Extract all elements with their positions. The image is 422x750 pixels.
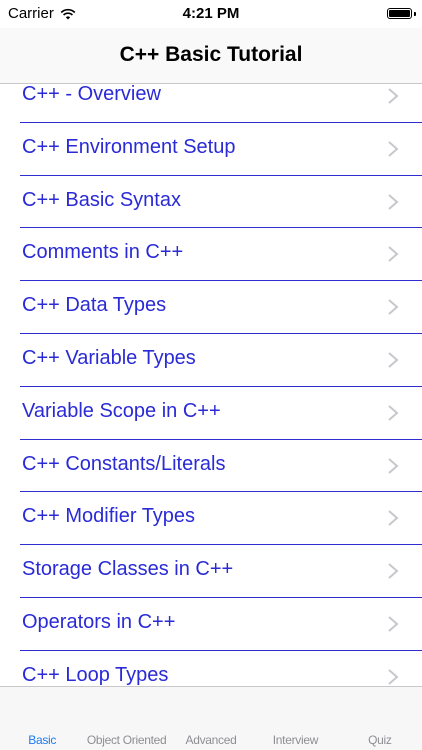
tab-label: Quiz: [368, 733, 392, 747]
list-item[interactable]: C++ Modifier Types: [0, 492, 422, 545]
battery-level: [389, 10, 410, 17]
list-item-label: C++ Modifier Types: [22, 505, 196, 528]
app-screen: Carrier 4:21 PM C++ Basic Tutorial C++ -…: [0, 0, 422, 750]
list-item-label: C++ Environment Setup: [22, 135, 236, 158]
chevron-right-icon: [388, 510, 399, 527]
tab-label: Advanced: [185, 733, 237, 747]
list-item-label: Operators in C++: [22, 610, 176, 633]
list-item-label: C++ - Overview: [22, 84, 161, 105]
chevron-right-icon: [388, 669, 399, 685]
chevron-right-icon: [388, 141, 399, 157]
status-bar: Carrier 4:21 PM: [0, 0, 422, 28]
list-item[interactable]: C++ Loop Types: [0, 651, 422, 686]
list-item-label: C++ Constants/Literals: [22, 452, 226, 475]
list-item-label: C++ Loop Types: [22, 663, 169, 686]
list-item[interactable]: Operators in C++: [0, 598, 422, 651]
list-item[interactable]: C++ Basic Syntax: [0, 176, 422, 229]
list-item[interactable]: C++ Environment Setup: [0, 123, 422, 176]
chevron-right-icon: [388, 616, 399, 632]
tab-label: Interview: [272, 733, 319, 747]
list-item-label: Variable Scope in C++: [22, 399, 221, 422]
list-item-label: C++ Variable Types: [22, 346, 196, 369]
status-time: 4:21 PM: [182, 5, 240, 22]
list-item[interactable]: C++ Constants/Literals: [0, 440, 422, 493]
list-item-label: Comments in C++: [22, 241, 184, 264]
chevron-right-icon: [388, 563, 399, 579]
list-item-label: C++ Basic Syntax: [22, 188, 181, 211]
chevron-right-icon: [388, 405, 399, 421]
list-item[interactable]: C++ Data Types: [0, 281, 422, 334]
chevron-right-icon: [388, 299, 399, 315]
topic-list: C++ - Overview C++ Environment Setup C++…: [0, 84, 422, 686]
page-title: C++ Basic Tutorial: [119, 43, 303, 66]
list-item[interactable]: C++ - Overview: [0, 84, 422, 123]
tab-label: Object Oriented: [86, 733, 167, 747]
chevron-right-icon: [388, 88, 399, 104]
list-item[interactable]: Storage Classes in C++: [0, 545, 422, 598]
battery-tip: [414, 12, 416, 16]
navigation-bar: C++ Basic Tutorial: [0, 28, 422, 84]
chevron-right-icon: [388, 352, 399, 368]
tab-interview[interactable]: Interview: [253, 687, 337, 750]
topic-list-scroll[interactable]: C++ - Overview C++ Environment Setup C++…: [0, 84, 422, 686]
battery-icon: [387, 8, 412, 19]
tab-object-oriented[interactable]: Object Oriented: [84, 687, 168, 750]
list-item-label: Storage Classes in C++: [22, 558, 234, 581]
tab-quiz[interactable]: Quiz: [338, 687, 422, 750]
chevron-right-icon: [388, 457, 399, 474]
list-item[interactable]: C++ Variable Types: [0, 334, 422, 387]
tab-advanced[interactable]: Advanced: [169, 687, 253, 750]
list-item[interactable]: Variable Scope in C++: [0, 387, 422, 440]
list-item[interactable]: Comments in C++: [0, 228, 422, 281]
list-item-label: C++ Data Types: [22, 294, 167, 317]
tab-bar: Basic Object Oriented Advanced Interview Qui…: [0, 686, 422, 750]
tab-label: Basic: [28, 733, 57, 747]
chevron-right-icon: [388, 246, 399, 263]
tab-basic[interactable]: Basic: [0, 687, 84, 750]
chevron-right-icon: [388, 193, 399, 210]
